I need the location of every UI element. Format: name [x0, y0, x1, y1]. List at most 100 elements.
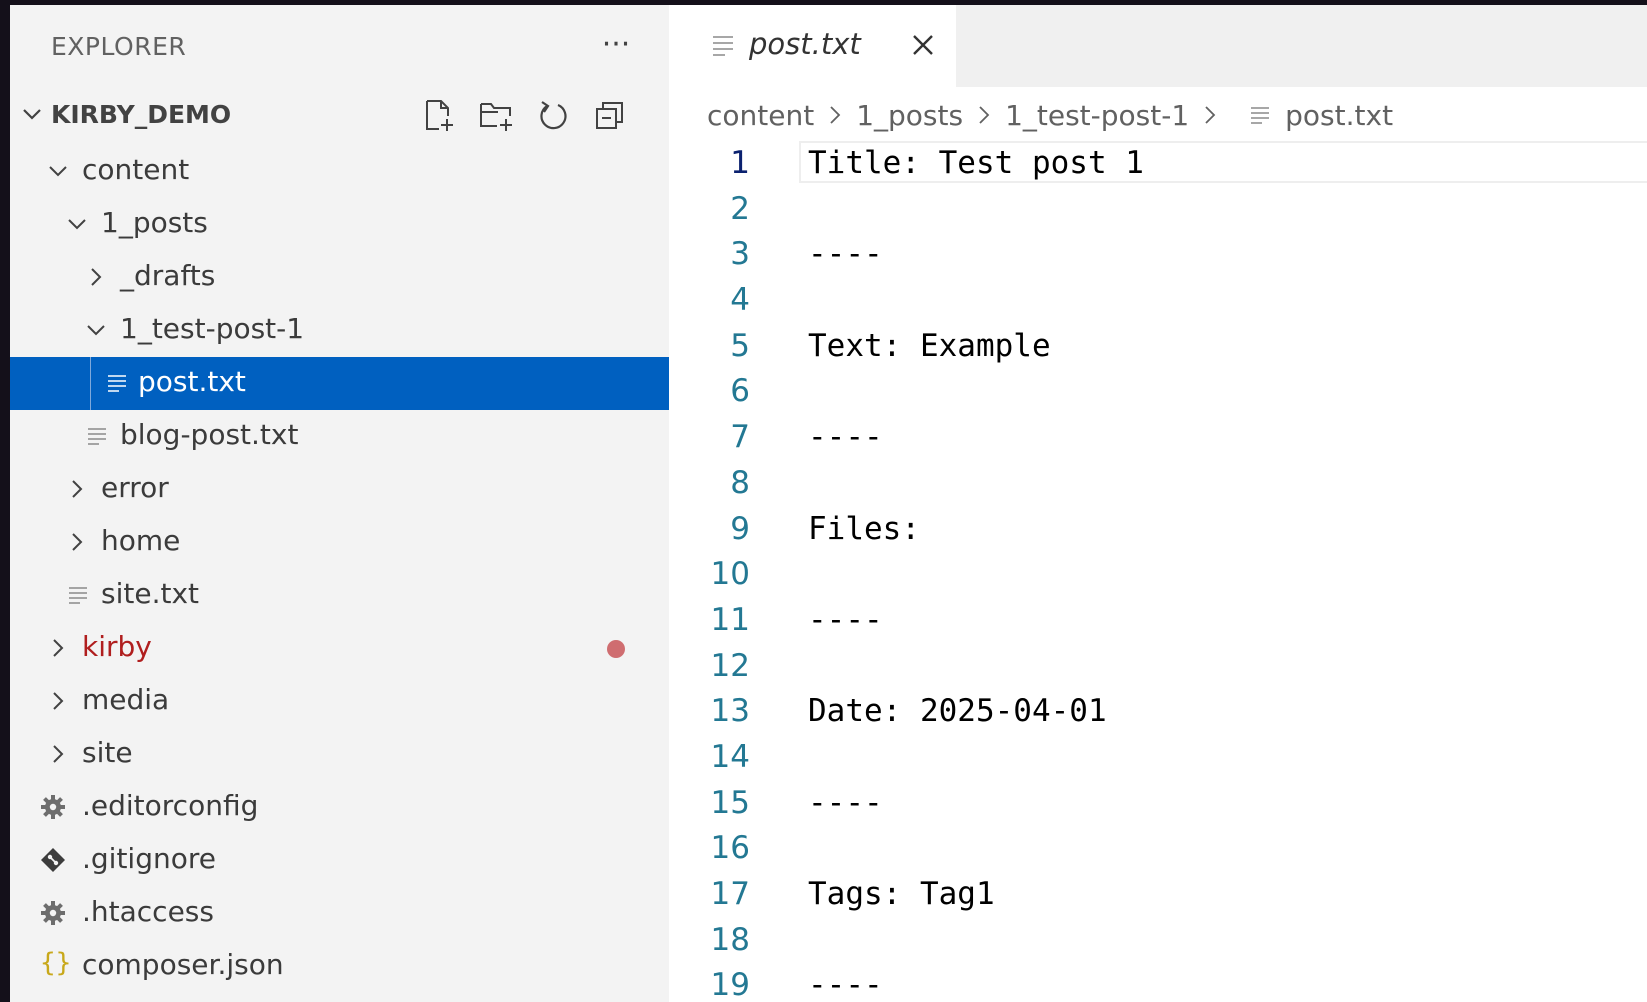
tree-item-label: kirby [82, 630, 152, 663]
json-braces-icon: {} [40, 948, 72, 978]
chevron-right-icon [72, 480, 83, 498]
file-tree: content 1_posts _drafts 1_test-post-1 po… [10, 145, 669, 993]
code-line[interactable]: 9 Files: [669, 507, 1647, 553]
code-line[interactable]: 5 Text: Example [669, 324, 1647, 370]
breadcrumb: content 1_posts 1_test-post-1 post.txt [707, 95, 1393, 135]
code-text: Tags: Tag1 [808, 876, 995, 912]
line-number: 1 [730, 145, 750, 181]
breadcrumb-item[interactable]: post.txt [1285, 99, 1393, 132]
code-line[interactable]: 2 [669, 187, 1647, 233]
tree-file-composer-json[interactable]: {} composer.json [10, 940, 669, 993]
tree-item-label: .editorconfig [82, 789, 259, 822]
code-text: Title: Test post 1 [808, 145, 1144, 181]
tree-folder-drafts[interactable]: _drafts [10, 251, 669, 304]
code-text: ---- [808, 601, 883, 638]
tree-item-label: home [101, 524, 181, 557]
tree-item-label: composer.json [82, 948, 284, 981]
code-area[interactable]: 1 Title: Test post 1 2 3 ---- 4 5 Text: Example… [669, 141, 1647, 1002]
text-file-icon [1251, 107, 1270, 124]
code-line[interactable]: 4 [669, 278, 1647, 324]
refresh-icon[interactable] [534, 96, 571, 133]
line-number: 8 [730, 464, 750, 501]
line-number: 6 [730, 373, 750, 410]
chevron-down-icon [87, 325, 105, 336]
tree-item-label: blog-post.txt [120, 418, 299, 451]
tree-folder-1-posts[interactable]: 1_posts [10, 198, 669, 251]
code-line[interactable]: 16 [669, 826, 1647, 872]
tree-folder-site[interactable]: site [10, 728, 669, 781]
line-number: 15 [710, 784, 750, 821]
breadcrumb-item[interactable]: 1_posts [856, 99, 963, 132]
code-text: Text: Example [808, 327, 1051, 364]
tree-file-blog-post-txt[interactable]: blog-post.txt [10, 410, 669, 463]
code-line[interactable]: 8 [669, 461, 1647, 507]
line-number: 13 [710, 693, 750, 730]
tab-post-txt[interactable]: post.txt [669, 5, 956, 87]
code-text: ---- [808, 967, 883, 1002]
tree-item-label: media [82, 683, 170, 716]
line-number: 12 [710, 647, 750, 684]
code-line[interactable]: 13 Date: 2025-04-01 [669, 689, 1647, 735]
chevron-down-icon [49, 166, 67, 177]
code-line[interactable]: 10 [669, 552, 1647, 598]
indent-guide [90, 357, 91, 410]
gear-icon [41, 901, 65, 925]
chevron-down-icon [68, 219, 86, 230]
code-text: Date: 2025-04-01 [808, 693, 1107, 730]
workspace-title: KIRBY_DEMO [51, 100, 232, 129]
code-line[interactable]: 6 [669, 369, 1647, 415]
tree-folder-home[interactable]: home [10, 516, 669, 569]
code-line[interactable]: 12 [669, 644, 1647, 690]
chevron-right-icon [91, 268, 102, 286]
new-file-icon[interactable] [420, 96, 457, 133]
tree-file-editorconfig[interactable]: .editorconfig [10, 781, 669, 834]
code-line[interactable]: 3 ---- [669, 232, 1647, 278]
code-line[interactable]: 15 ---- [669, 781, 1647, 827]
ellipsis-icon[interactable]: ··· [594, 27, 638, 67]
code-line[interactable]: 18 [669, 918, 1647, 964]
text-file-icon [88, 428, 106, 445]
code-line[interactable]: 19 ---- [669, 963, 1647, 1002]
code-line[interactable]: 11 ---- [669, 598, 1647, 644]
close-icon[interactable] [909, 31, 937, 59]
line-number: 3 [730, 236, 750, 273]
tree-file-htaccess[interactable]: .htaccess [10, 887, 669, 940]
modified-dot-icon [607, 640, 625, 658]
tree-folder-error[interactable]: error [10, 463, 669, 516]
code-text: ---- [808, 784, 883, 821]
tree-folder-kirby[interactable]: kirby [10, 622, 669, 675]
chevron-right-icon [1205, 106, 1216, 124]
code-line[interactable]: 1 Title: Test post 1 [669, 141, 1647, 187]
tree-item-label: .gitignore [82, 842, 216, 875]
vscode-window: EXPLORER ··· KIRBY_DEMO content 1_posts … [10, 5, 1647, 1002]
tree-folder-1-test-post-1[interactable]: 1_test-post-1 [10, 304, 669, 357]
tree-item-label: .htaccess [82, 895, 214, 928]
chevron-right-icon [53, 639, 64, 657]
tree-file-site-txt[interactable]: site.txt [10, 569, 669, 622]
breadcrumb-item[interactable]: 1_test-post-1 [1005, 99, 1189, 132]
tree-file-gitignore[interactable]: .gitignore [10, 834, 669, 887]
explorer-sidebar: EXPLORER ··· KIRBY_DEMO content 1_posts … [10, 5, 669, 1002]
tab-label: post.txt [749, 27, 861, 61]
breadcrumb-item[interactable]: content [707, 99, 814, 132]
explorer-header: EXPLORER ··· [10, 5, 669, 85]
workspace-section-header[interactable]: KIRBY_DEMO [10, 90, 669, 140]
chevron-right-icon [830, 106, 841, 124]
tree-folder-content[interactable]: content [10, 145, 669, 198]
tree-folder-media[interactable]: media [10, 675, 669, 728]
new-folder-icon[interactable] [477, 96, 514, 133]
code-text: ---- [808, 419, 883, 456]
tree-file-post-txt[interactable]: post.txt [10, 357, 669, 410]
code-line[interactable]: 17 Tags: Tag1 [669, 872, 1647, 918]
editor-pane: post.txt content 1_posts 1_test-post-1 p… [669, 5, 1647, 1002]
code-text: Files: [808, 510, 920, 547]
line-number: 17 [710, 876, 750, 912]
tree-item-label: 1_posts [101, 206, 208, 239]
code-line[interactable]: 14 [669, 735, 1647, 781]
collapse-all-icon[interactable] [591, 96, 628, 133]
text-file-icon [108, 375, 126, 392]
tab-bar: post.txt [669, 5, 1647, 87]
git-icon [41, 848, 65, 872]
code-line[interactable]: 7 ---- [669, 415, 1647, 461]
line-number: 14 [710, 738, 750, 775]
